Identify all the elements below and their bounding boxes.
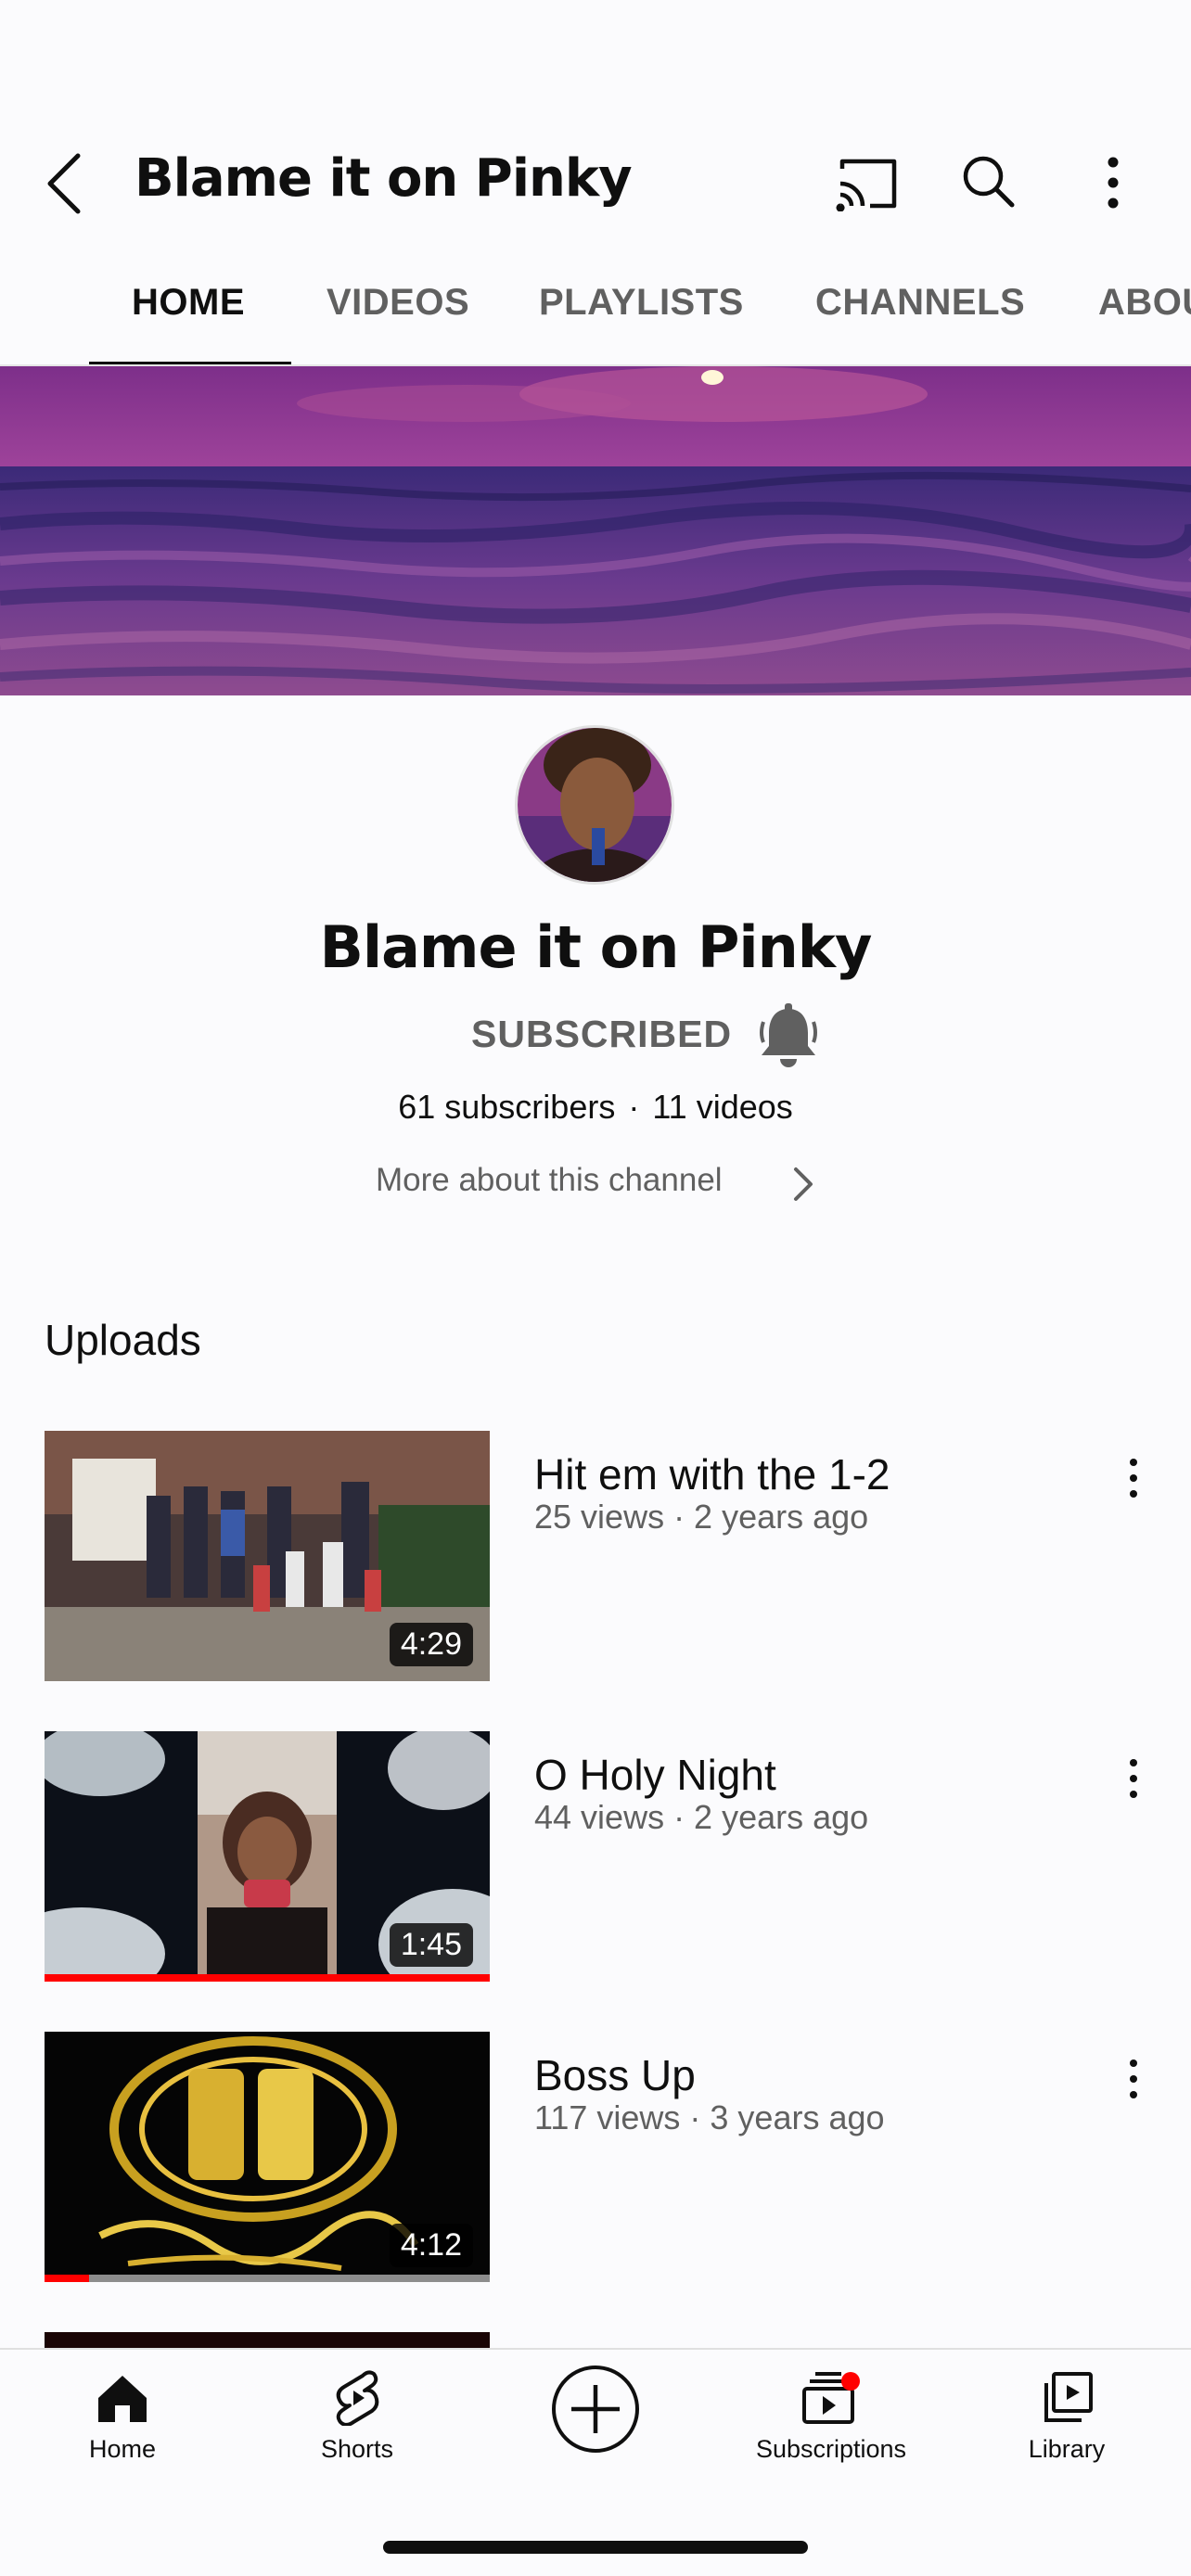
new-content-badge xyxy=(841,2372,860,2391)
subscriptions-icon xyxy=(802,2372,860,2424)
home-indicator[interactable] xyxy=(383,2541,808,2554)
nav-subscriptions-label: Subscriptions xyxy=(755,2435,907,2463)
tab-home[interactable]: HOME xyxy=(132,250,245,366)
cast-button[interactable] xyxy=(835,156,900,212)
channel-banner xyxy=(0,366,1191,695)
more-options-button[interactable] xyxy=(1095,153,1132,212)
video-meta: 117 views · 3 years ago xyxy=(534,2098,885,2136)
tab-about[interactable]: ABOUT xyxy=(1098,250,1191,366)
video-meta: 44 views · 2 years ago xyxy=(534,1798,869,1836)
channel-tabs: HOME VIDEOS PLAYLISTS CHANNELS ABOUT xyxy=(0,250,1191,366)
channel-name: Blame it on Pinky xyxy=(319,913,873,981)
video-item[interactable]: 1:45 O Holy Night 44 views · 2 years ago xyxy=(0,1731,1191,1982)
more-vert-icon xyxy=(1108,157,1119,209)
video-options-button[interactable] xyxy=(1122,2056,1145,2102)
video-meta: 25 views · 2 years ago xyxy=(534,1498,869,1536)
watch-progress-fill xyxy=(45,2275,89,2282)
nav-library[interactable]: Library xyxy=(965,2370,1169,2481)
nav-home-label: Home xyxy=(88,2435,157,2463)
watch-progress-bar xyxy=(45,1974,490,1982)
video-count: 11 videos xyxy=(652,1088,793,1126)
more-vert-icon xyxy=(1130,2060,1137,2098)
nav-library-label: Library xyxy=(1028,2435,1106,2463)
watch-progress-bar xyxy=(45,2275,490,2282)
video-duration: 1:45 xyxy=(389,1923,473,1967)
video-title[interactable]: Hit em with the 1-2 xyxy=(534,1449,890,1499)
more-vert-icon xyxy=(1130,1759,1137,1798)
bell-icon xyxy=(760,1003,817,1067)
more-vert-icon xyxy=(1130,1459,1137,1498)
subscriber-count: 61 subscribers xyxy=(398,1088,616,1126)
nav-home[interactable]: Home xyxy=(20,2370,224,2481)
nav-shorts[interactable]: Shorts xyxy=(255,2370,459,2481)
back-button[interactable] xyxy=(41,150,93,217)
video-duration: 4:29 xyxy=(389,1623,473,1666)
watch-progress-fill xyxy=(45,1974,490,1982)
header-channel-title: Blame it on Pinky xyxy=(134,148,633,209)
library-icon xyxy=(1044,2372,1093,2422)
cast-icon xyxy=(836,159,897,212)
video-item[interactable]: 4:12 Boss Up 117 views · 3 years ago xyxy=(0,2032,1191,2282)
tab-channels[interactable]: CHANNELS xyxy=(815,250,1025,366)
more-about-label: More about this channel xyxy=(376,1162,723,1198)
video-options-button[interactable] xyxy=(1122,1755,1145,1802)
video-duration: 4:12 xyxy=(389,2224,473,2267)
video-title[interactable]: O Holy Night xyxy=(534,1750,776,1800)
add-circle-icon xyxy=(552,2366,639,2453)
video-options-button[interactable] xyxy=(1122,1455,1145,1501)
notifications-bell-button[interactable] xyxy=(756,1001,821,1072)
uploads-section-title: Uploads xyxy=(45,1316,201,1364)
subscription-row: SUBSCRIBED xyxy=(0,1001,1191,1076)
tab-videos[interactable]: VIDEOS xyxy=(327,250,469,366)
video-item[interactable]: 4:29 Hit em with the 1-2 25 views · 2 ye… xyxy=(0,1431,1191,1681)
video-thumbnail[interactable]: 1:45 xyxy=(45,1731,490,1982)
tab-playlists[interactable]: PLAYLISTS xyxy=(539,250,744,366)
video-thumbnail[interactable]: 4:29 xyxy=(45,1431,490,1681)
subscribed-button[interactable]: SUBSCRIBED xyxy=(471,1013,732,1056)
create-button[interactable] xyxy=(549,2363,642,2455)
channel-stats: 61 subscribers · 11 videos xyxy=(0,1088,1191,1127)
search-button[interactable] xyxy=(960,153,1018,210)
top-app-bar: Blame it on Pinky HOME VIDEOS PLAYLISTS … xyxy=(0,0,1191,366)
chevron-right-icon xyxy=(794,1167,813,1201)
stats-separator: · xyxy=(628,1088,640,1126)
search-icon xyxy=(963,156,1015,208)
more-about-channel-link[interactable]: More about this channel xyxy=(376,1162,813,1218)
video-title[interactable]: Boss Up xyxy=(534,2050,696,2100)
nav-subscriptions[interactable]: Subscriptions xyxy=(729,2370,933,2481)
channel-avatar[interactable] xyxy=(515,725,674,885)
home-icon xyxy=(98,2376,147,2422)
video-thumbnail[interactable]: 4:12 xyxy=(45,2032,490,2282)
nav-shorts-label: Shorts xyxy=(320,2435,394,2463)
shorts-icon xyxy=(336,2370,379,2426)
chevron-left-icon xyxy=(47,153,81,214)
